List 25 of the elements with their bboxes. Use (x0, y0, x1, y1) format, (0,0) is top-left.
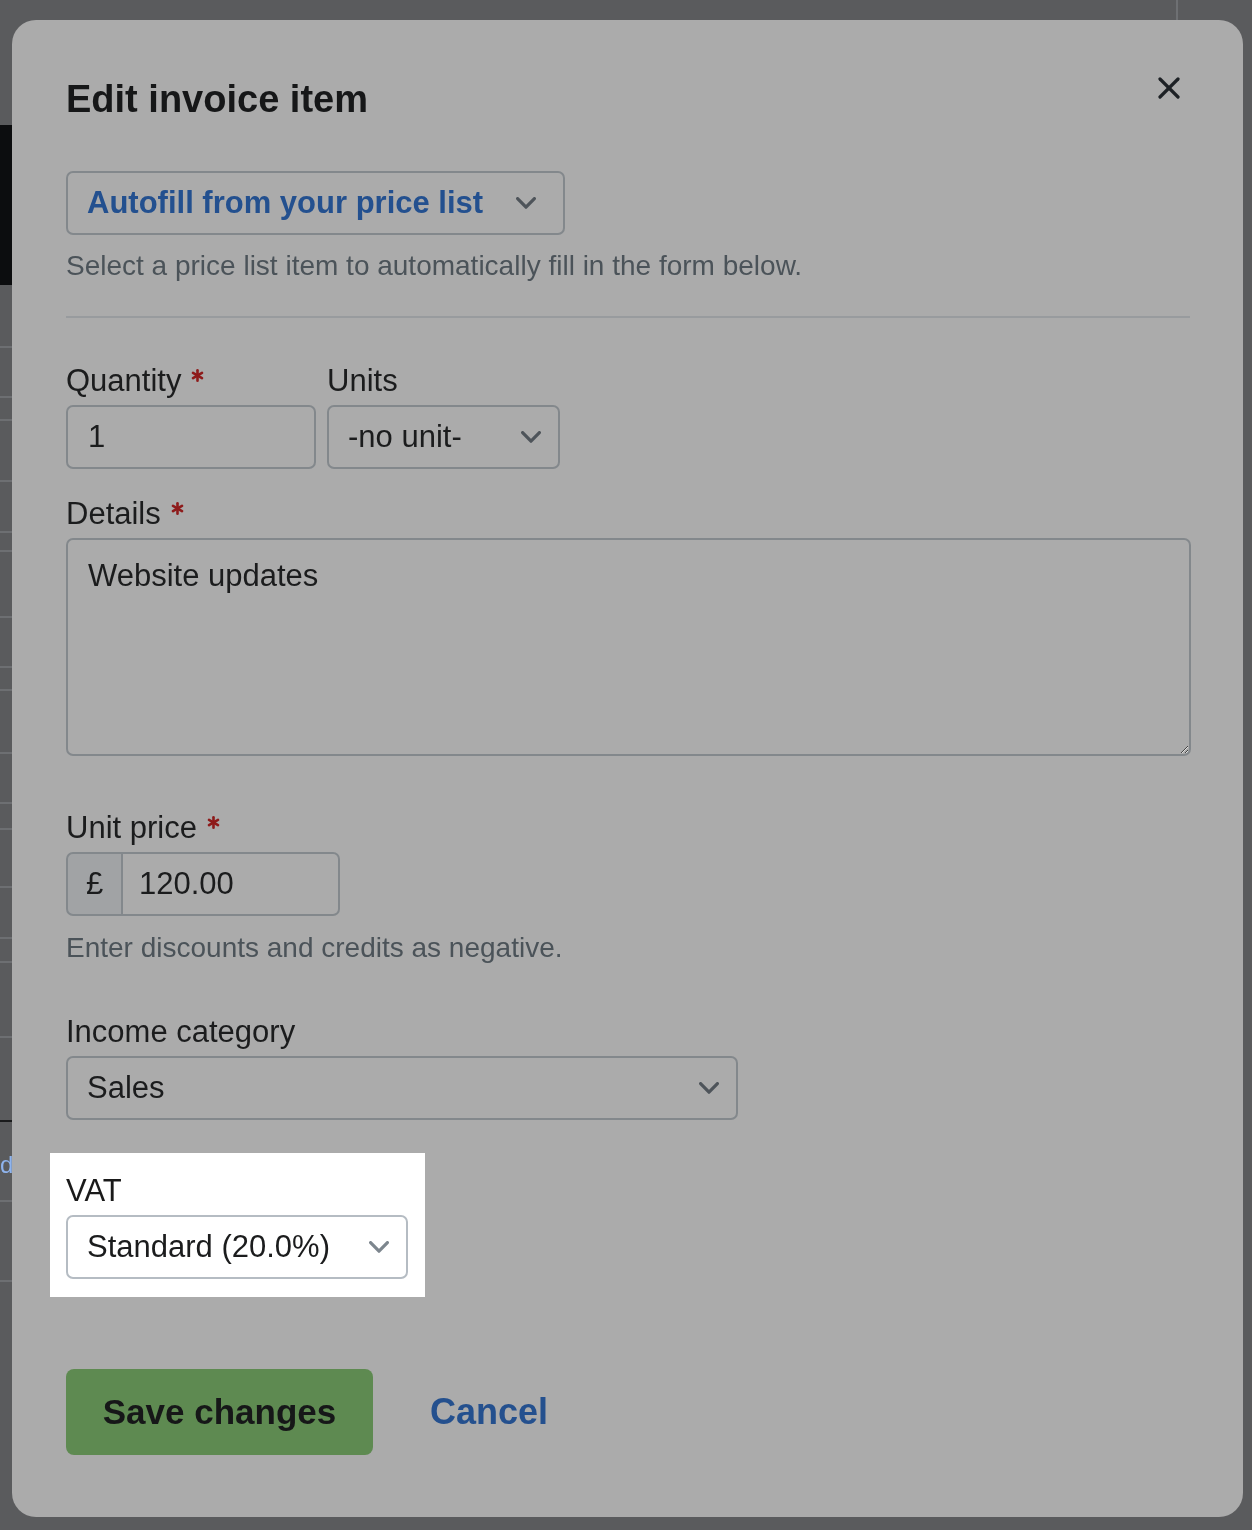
link-text: d (0, 1150, 14, 1180)
field-label: Details (66, 495, 161, 533)
close-icon[interactable] (1158, 77, 1180, 99)
save-button[interactable]: Save changes (66, 1369, 373, 1455)
select-dropdown[interactable]: Standard (20.0%) (66, 1215, 408, 1279)
chevron-down-icon (369, 1241, 389, 1253)
field-label: Income category (66, 1013, 296, 1051)
price-input-field[interactable]: 120.00 (123, 852, 340, 916)
currency-prefix: £ (66, 852, 123, 916)
chevron-down-icon (699, 1082, 719, 1094)
help-text: Enter discounts and credits as negative. (66, 931, 563, 965)
cancel-link[interactable]: Cancel (430, 1385, 549, 1439)
chevron-down-icon (516, 197, 536, 209)
field-label: Quantity (66, 362, 182, 400)
dialog-title: Edit invoice item (66, 77, 368, 122)
field-label: VAT (66, 1172, 122, 1210)
help-text: Select a price list item to automatically fill in the form below. (66, 249, 804, 283)
field-label: Unit price (66, 809, 197, 847)
field-label: Units (327, 362, 398, 400)
chevron-down-icon (521, 431, 541, 443)
select-dropdown[interactable]: Sales (66, 1056, 738, 1120)
textarea-field[interactable]: Website updates (66, 538, 1191, 756)
select-dropdown[interactable]: -no unit- (327, 405, 560, 469)
autofill-dropdown-button[interactable]: Autofill from your price list (66, 171, 565, 235)
input-field[interactable]: 1 (66, 405, 316, 469)
